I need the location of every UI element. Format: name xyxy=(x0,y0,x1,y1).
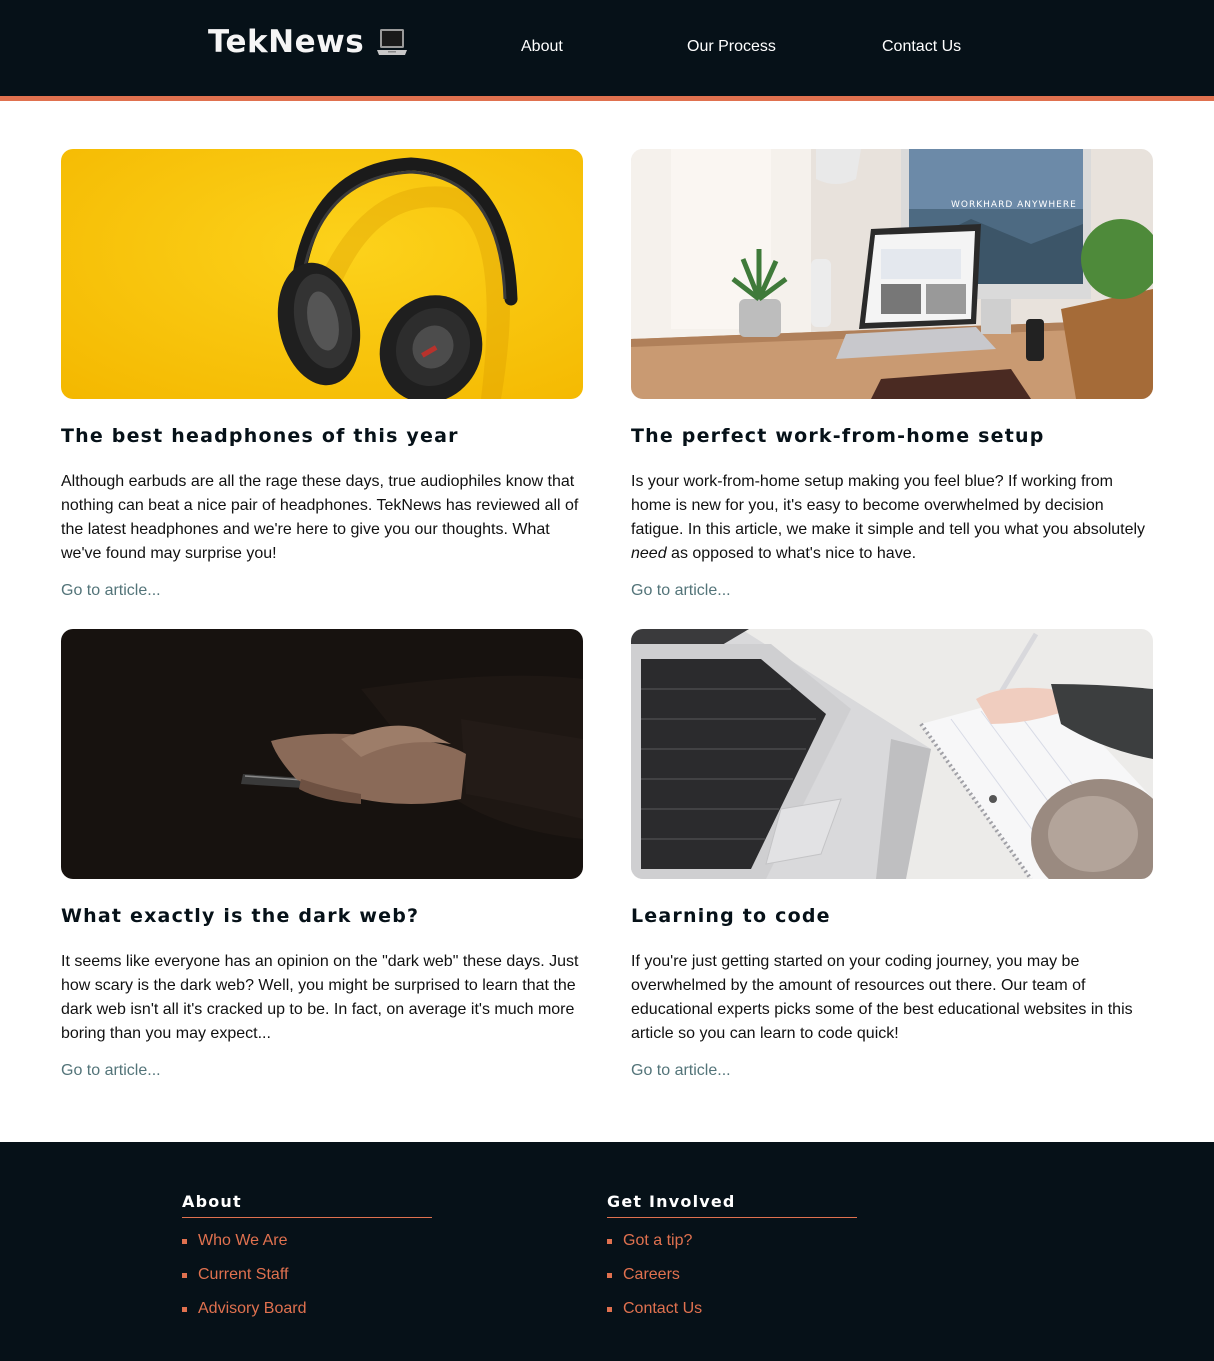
article-summary: Although earbuds are all the rage these … xyxy=(61,473,579,562)
article-title: The perfect work-from-home setup xyxy=(631,425,1045,447)
footer-column-get-involved: Get Involved Got a tip? Careers Contact … xyxy=(607,1192,857,1334)
site-header: TekNews About Our Process Contact Us xyxy=(0,0,1214,101)
site-logo-text: TekNews xyxy=(208,24,365,60)
footer-list-item: Got a tip? xyxy=(607,1232,857,1266)
article-summary: If you're just getting started on your c… xyxy=(631,953,1133,1042)
square-bullet-icon xyxy=(607,1273,612,1278)
article-title: Learning to code xyxy=(631,905,831,927)
footer-list-item: Careers xyxy=(607,1266,857,1300)
footer-list-item: Current Staff xyxy=(182,1266,432,1300)
site-logo[interactable]: TekNews xyxy=(208,24,408,60)
footer-list-item: Who We Are xyxy=(182,1232,432,1266)
go-to-article-link[interactable]: Go to article... xyxy=(631,1062,731,1080)
site-footer: About Who We Are Current Staff Advisory … xyxy=(0,1142,1214,1361)
square-bullet-icon xyxy=(182,1239,187,1244)
footer-link-contact-us[interactable]: Contact Us xyxy=(623,1300,702,1317)
footer-link-got-a-tip[interactable]: Got a tip? xyxy=(623,1232,692,1249)
article-card-dark-web: What exactly is the dark web? It seems l… xyxy=(61,629,583,1080)
footer-link-careers[interactable]: Careers xyxy=(623,1266,680,1283)
go-to-article-link[interactable]: Go to article... xyxy=(61,582,161,600)
square-bullet-icon xyxy=(607,1239,612,1244)
article-title: The best headphones of this year xyxy=(61,425,459,447)
laptop-icon xyxy=(377,29,408,55)
go-to-article-link[interactable]: Go to article... xyxy=(631,582,731,600)
square-bullet-icon xyxy=(607,1307,612,1312)
footer-list-item: Contact Us xyxy=(607,1300,857,1334)
go-to-article-link[interactable]: Go to article... xyxy=(61,1062,161,1080)
article-summary-part: as opposed to what's nice to have. xyxy=(666,545,917,562)
headphones-image xyxy=(61,149,583,399)
article-summary-emphasis: need xyxy=(631,545,667,562)
monitor-caption: WORKHARD ANYWHERE xyxy=(951,200,1077,210)
nav-our-process[interactable]: Our Process xyxy=(687,38,776,56)
work-from-home-image: WORKHARD ANYWHERE xyxy=(631,149,1153,399)
footer-link-list: Got a tip? Careers Contact Us xyxy=(607,1232,857,1334)
footer-list-item: Advisory Board xyxy=(182,1300,432,1334)
footer-column-about: About Who We Are Current Staff Advisory … xyxy=(182,1192,432,1334)
square-bullet-icon xyxy=(182,1273,187,1278)
footer-link-advisory-board[interactable]: Advisory Board xyxy=(198,1300,307,1317)
article-card-headphones: The best headphones of this year Althoug… xyxy=(61,149,583,600)
square-bullet-icon xyxy=(182,1307,187,1312)
article-summary: Is your work-from-home setup making you … xyxy=(631,470,1153,566)
footer-column-title: About xyxy=(182,1192,432,1218)
article-title: What exactly is the dark web? xyxy=(61,905,420,927)
article-card-learning-to-code: Learning to code If you're just getting … xyxy=(631,629,1153,1080)
article-summary: It seems like everyone has an opinion on… xyxy=(61,953,579,1042)
footer-link-who-we-are[interactable]: Who We Are xyxy=(198,1232,288,1249)
article-card-work-from-home: WORKHARD ANYWHERE The perfect work-from-… xyxy=(631,149,1153,600)
nav-about[interactable]: About xyxy=(521,38,563,56)
footer-column-title: Get Involved xyxy=(607,1192,857,1218)
footer-link-current-staff[interactable]: Current Staff xyxy=(198,1266,288,1283)
article-summary-part: Is your work-from-home setup making you … xyxy=(631,473,1146,538)
learning-to-code-image xyxy=(631,629,1153,879)
footer-link-list: Who We Are Current Staff Advisory Board xyxy=(182,1232,432,1334)
dark-web-phone-image xyxy=(61,629,583,879)
nav-contact-us[interactable]: Contact Us xyxy=(882,38,961,56)
